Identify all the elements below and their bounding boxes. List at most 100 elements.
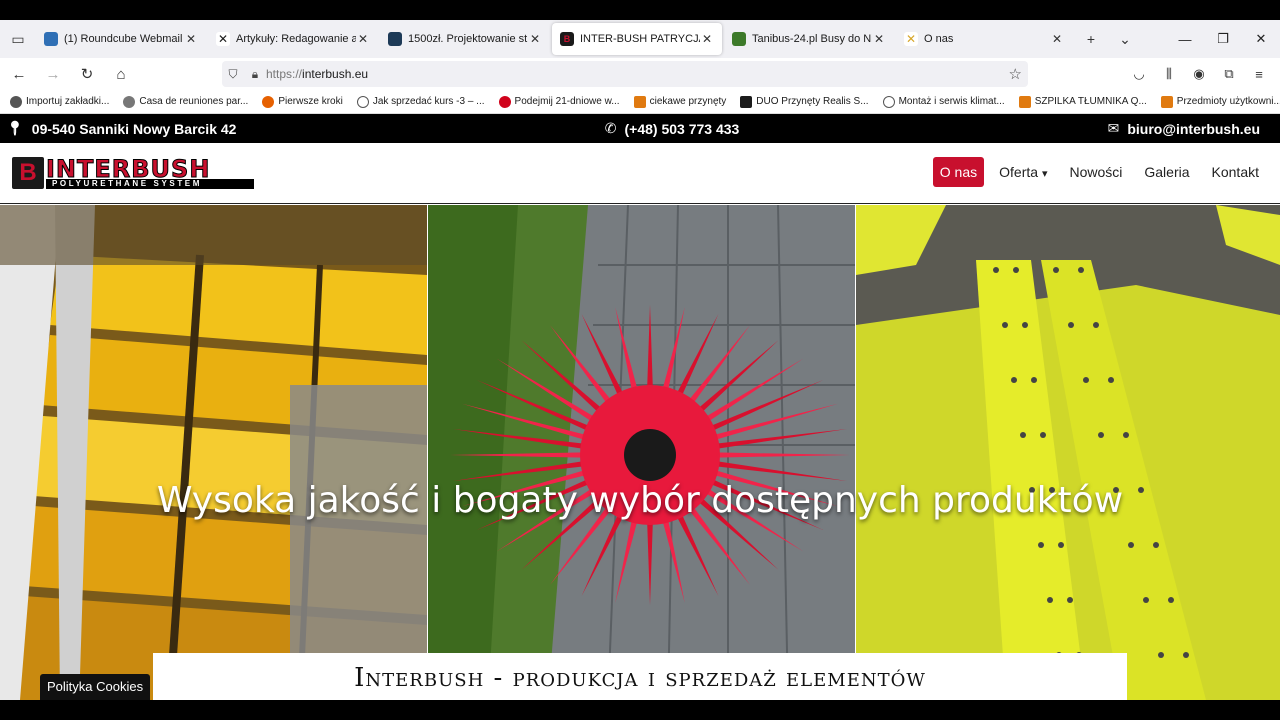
webpage: 📍︎ 09-540 Sanniki Nowy Barcik 42 ✆ (+48)…	[0, 114, 1280, 700]
contact-bar: 📍︎ 09-540 Sanniki Nowy Barcik 42 ✆ (+48)…	[0, 114, 1280, 143]
phone-info[interactable]: ✆ (+48) 503 773 433	[605, 120, 740, 137]
tab-4[interactable]: Tanibus-24.pl Busy do Niemi ✕	[724, 23, 894, 55]
close-icon[interactable]: ✕	[872, 32, 886, 46]
bookmark-item[interactable]: Casa de reuniones par...	[123, 95, 248, 108]
joomla-favicon-icon: ✕	[216, 32, 230, 46]
email-info[interactable]: ✉ biuro@interbush.eu	[1108, 120, 1260, 137]
menu-item-nowosci[interactable]: Nowości	[1062, 157, 1129, 187]
joomla-favicon-icon: ✕	[904, 32, 918, 46]
menu-item-oferta[interactable]: Oferta ▾	[992, 157, 1054, 187]
tab-list-icon[interactable]: ▭	[0, 20, 36, 58]
bookmark-label: ciekawe przynęty	[649, 96, 727, 107]
tab-2[interactable]: 1500zł. Projektowanie stron ✕	[380, 23, 550, 55]
tab-3-active[interactable]: B INTER-BUSH PATRYCJA KWIE ✕	[552, 23, 722, 55]
strip-hole	[1123, 432, 1129, 438]
account-icon[interactable]: ◉	[1184, 66, 1214, 82]
back-icon[interactable]: ←	[4, 59, 34, 89]
lock-icon[interactable]: 🔒︎	[244, 67, 266, 82]
bookmark-item[interactable]: Pierwsze kroki	[262, 95, 343, 108]
strip-hole	[1108, 377, 1114, 383]
bookmark-label: Pierwsze kroki	[278, 96, 343, 107]
hero-slider[interactable]: Wysoka jakość i bogaty wybór dostępnych …	[0, 205, 1280, 700]
strip-hole	[1038, 542, 1044, 548]
bookmark-label: SZPILKA TŁUMNIKA Q...	[1034, 96, 1147, 107]
tab-1[interactable]: ✕ Artykuły: Redagowanie artyk ✕	[208, 23, 378, 55]
tracking-shield-icon[interactable]: ⛉	[222, 67, 244, 82]
logo-subtitle: POLYURETHANE SYSTEM	[46, 179, 254, 189]
close-icon[interactable]: ✕	[700, 32, 714, 46]
bookmark-label: DUO Przynęty Realis S...	[756, 96, 869, 107]
lining-illustration	[0, 205, 427, 700]
bookmark-item[interactable]: SZPILKA TŁUMNIKA Q...	[1018, 95, 1147, 108]
browser-nav-bar: ← → ↻ ⌂ ⛉ 🔒︎ https://interbush.eu ☆ ◡ ⫼ …	[0, 58, 1280, 90]
close-icon[interactable]: ✕	[184, 32, 198, 46]
tab-title: 1500zł. Projektowanie stron	[408, 33, 528, 45]
menu-item-o-nas[interactable]: O nas	[932, 157, 985, 187]
bookmark-item[interactable]: Jak sprzedać kurs -3 – ...	[356, 95, 485, 108]
strip-hole	[1183, 652, 1189, 658]
home-icon[interactable]: ⌂	[106, 59, 136, 89]
interbush-logo[interactable]: B INTERBUSH POLYURETHANE SYSTEM	[12, 155, 254, 189]
close-icon[interactable]: ✕	[528, 32, 542, 46]
strip-hole	[1020, 432, 1026, 438]
strip-hole	[993, 267, 999, 273]
bookmark-item[interactable]: Podejmij 21-dniowe w...	[498, 95, 620, 108]
hero-image-strips	[856, 205, 1280, 700]
url-domain: interbush.eu	[302, 67, 369, 81]
screen: ▭ (1) Roundcube Webmail :: O ✕ ✕ Artykuł…	[0, 0, 1280, 720]
strip-hole	[1053, 267, 1059, 273]
bookmark-label: Jak sprzedać kurs -3 – ...	[372, 96, 485, 107]
bookmark-label: Przedmioty użytkowni...	[1176, 96, 1280, 107]
menu-hamburger-icon[interactable]: ≡	[1244, 67, 1274, 82]
strip-hole	[1040, 432, 1046, 438]
forward-icon[interactable]: →	[38, 59, 68, 89]
bookmark-star-icon[interactable]: ☆	[1009, 65, 1022, 83]
map-pin-icon: 📍︎	[6, 120, 24, 136]
tab-title: (1) Roundcube Webmail :: O	[64, 33, 184, 45]
globe-icon	[882, 95, 895, 108]
cookie-policy-button[interactable]: Polityka Cookies	[40, 674, 151, 700]
new-tab-icon[interactable]: +	[1074, 20, 1108, 58]
address-bar[interactable]: ⛉ 🔒︎ https://interbush.eu ☆	[222, 61, 1028, 87]
strip-hole	[1047, 597, 1053, 603]
tab-overflow-chevron-icon[interactable]: ⌄	[1108, 20, 1142, 58]
strip-hole	[1067, 597, 1073, 603]
interbush-favicon-icon: B	[560, 32, 574, 46]
minimize-icon[interactable]: —	[1166, 20, 1204, 58]
strip-hole	[1078, 267, 1084, 273]
reload-icon[interactable]: ↻	[72, 59, 102, 89]
firefox-icon	[262, 95, 275, 108]
window-close-icon[interactable]: ✕	[1242, 20, 1280, 58]
strip-hole	[1068, 322, 1074, 328]
hero-image-lining	[0, 205, 427, 700]
bookmark-item[interactable]: Importuj zakładki...	[10, 95, 109, 108]
strip-hole	[1093, 322, 1099, 328]
menu-item-kontakt[interactable]: Kontakt	[1205, 157, 1266, 187]
bookmark-item[interactable]: ciekawe przynęty	[633, 95, 727, 108]
globe-icon	[356, 95, 369, 108]
bookmark-item[interactable]: DUO Przynęty Realis S...	[740, 95, 869, 108]
library-icon[interactable]: ⫼	[1154, 66, 1184, 82]
intro-banner-heading: Interbush - produkcja i sprzedaż element…	[153, 653, 1127, 700]
strip-hole	[1128, 542, 1134, 548]
menu-item-galeria[interactable]: Galeria	[1137, 157, 1196, 187]
bookmark-favicon-icon	[633, 95, 646, 108]
bookmark-item[interactable]: Przedmioty użytkowni...	[1160, 95, 1280, 108]
close-icon[interactable]: ✕	[1050, 32, 1064, 46]
url-text: https://interbush.eu	[266, 67, 368, 81]
pocket-icon[interactable]: ◡	[1124, 66, 1154, 82]
tab-0[interactable]: (1) Roundcube Webmail :: O ✕	[36, 23, 206, 55]
menu-label: Oferta	[999, 164, 1039, 180]
restore-icon[interactable]: ❐	[1204, 20, 1242, 58]
bookmarks-bar: Importuj zakładki... Casa de reuniones p…	[0, 90, 1280, 114]
bookmark-item[interactable]: Montaż i serwis klimat...	[882, 95, 1005, 108]
tab-5[interactable]: ✕ O nas ✕	[896, 23, 1072, 55]
email-text: biuro@interbush.eu	[1127, 120, 1260, 137]
caret-down-icon: ▾	[1041, 168, 1048, 180]
tab-title: Artykuły: Redagowanie artyk	[236, 33, 356, 45]
phone-text: (+48) 503 773 433	[624, 120, 740, 137]
bookmark-label: Montaż i serwis klimat...	[898, 96, 1005, 107]
play-icon	[498, 95, 511, 108]
extensions-icon[interactable]: ⧉	[1214, 66, 1244, 82]
close-icon[interactable]: ✕	[356, 32, 370, 46]
